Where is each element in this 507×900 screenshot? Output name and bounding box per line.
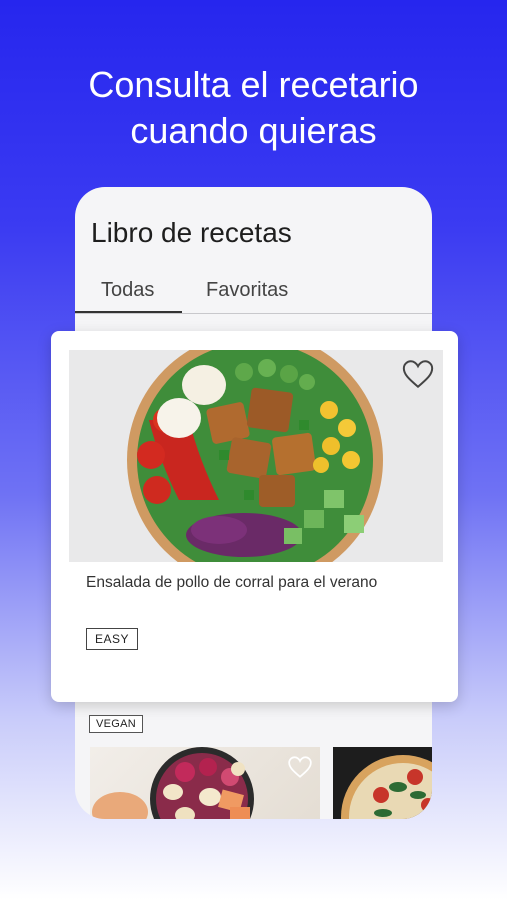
fruit-bowl-image: [92, 747, 254, 819]
recipe-title: Ensalada de pollo de corral para el vera…: [86, 574, 378, 591]
difficulty-badge: EASY: [86, 628, 139, 650]
promo-headline-line1: Consulta el recetario: [88, 64, 419, 105]
promo-headline: Consulta el recetario cuando quieras: [0, 62, 507, 154]
featured-recipe-card[interactable]: Ensalada de pollo de corral para el vera…: [51, 331, 458, 702]
recipe-image: [69, 350, 443, 562]
tab-favoritas[interactable]: Favoritas: [206, 279, 288, 313]
recipe-thumbnail-fruit-bowl[interactable]: [90, 747, 320, 819]
salad-bowl-image: [69, 350, 443, 562]
recipe-thumbnail-pizza[interactable]: [333, 747, 432, 819]
promo-headline-line2: cuando quieras: [130, 110, 377, 151]
heart-outline-icon: [288, 756, 312, 778]
vegan-badge: VEGAN: [89, 715, 144, 733]
tab-todas[interactable]: Todas: [101, 279, 154, 313]
tab-bar: Todas Favoritas: [75, 279, 432, 315]
tab-divider: [75, 313, 432, 314]
pizza-image: [341, 755, 432, 819]
page-title: Libro de recetas: [91, 217, 292, 248]
heart-outline-icon: [402, 360, 434, 389]
favorite-button[interactable]: [401, 358, 435, 390]
favorite-button-secondary[interactable]: [287, 755, 313, 779]
